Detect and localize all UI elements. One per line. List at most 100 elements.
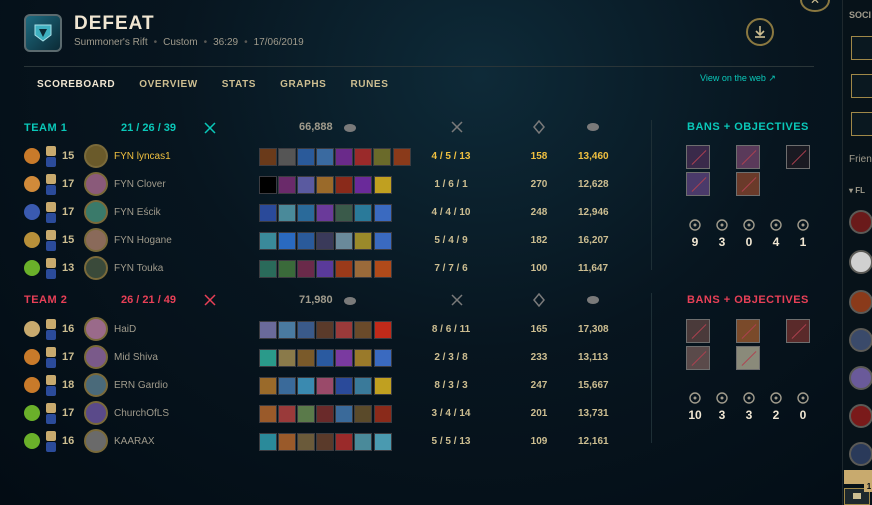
- item-icon[interactable]: [335, 377, 353, 395]
- champion-portrait[interactable]: [84, 429, 108, 453]
- friend-avatar[interactable]: [849, 366, 872, 390]
- trinket-item-icon[interactable]: [374, 204, 392, 222]
- trinket-item-icon[interactable]: [393, 148, 411, 166]
- item-icon[interactable]: [354, 321, 372, 339]
- champion-portrait[interactable]: [84, 172, 108, 196]
- item-icon[interactable]: [297, 204, 315, 222]
- item-icon[interactable]: [316, 204, 334, 222]
- scoreboard-row[interactable]: 13 FYN Touka 7 / 7 / 6 100 11,647: [24, 256, 624, 282]
- scoreboard-row[interactable]: 15 FYN Hogane 5 / 4 / 9 182 16,207: [24, 228, 624, 254]
- download-replay-button[interactable]: [746, 18, 774, 46]
- friend-avatar[interactable]: [849, 250, 872, 274]
- friend-group-label[interactable]: ▾ FL: [849, 186, 865, 195]
- friend-avatar[interactable]: [849, 328, 872, 352]
- item-icon[interactable]: [335, 148, 353, 166]
- scoreboard-row[interactable]: 17 ChurchOfLS 3 / 4 / 14 201 13,731: [24, 401, 624, 427]
- trinket-item-icon[interactable]: [374, 349, 392, 367]
- player-name[interactable]: FYN Hogane: [114, 235, 172, 246]
- trinket-item-icon[interactable]: [374, 377, 392, 395]
- trinket-item-icon[interactable]: [374, 176, 392, 194]
- tab-stats[interactable]: STATS: [222, 79, 256, 90]
- item-icon[interactable]: [297, 377, 315, 395]
- item-icon[interactable]: [335, 232, 353, 250]
- scoreboard-row[interactable]: 17 FYN Eścik 4 / 4 / 10 248 12,946: [24, 200, 624, 226]
- item-icon[interactable]: [297, 260, 315, 278]
- item-icon[interactable]: [354, 232, 372, 250]
- item-icon[interactable]: [316, 377, 334, 395]
- item-icon[interactable]: [259, 377, 277, 395]
- player-name[interactable]: ERN Gardio: [114, 380, 168, 391]
- scoreboard-row[interactable]: 15 FYN lyncas1 4 / 5 / 13 158 13,460: [24, 144, 624, 170]
- item-icon[interactable]: [259, 349, 277, 367]
- item-icon[interactable]: [259, 176, 277, 194]
- item-icon[interactable]: [278, 349, 296, 367]
- item-icon[interactable]: [354, 433, 372, 451]
- item-icon[interactable]: [297, 433, 315, 451]
- item-icon[interactable]: [278, 176, 296, 194]
- player-name[interactable]: ChurchOfLS: [114, 408, 169, 419]
- champion-portrait[interactable]: [84, 317, 108, 341]
- item-icon[interactable]: [335, 349, 353, 367]
- item-icon[interactable]: [335, 260, 353, 278]
- champion-portrait[interactable]: [84, 256, 108, 280]
- champion-portrait[interactable]: [84, 228, 108, 252]
- item-icon[interactable]: [297, 349, 315, 367]
- tab-graphs[interactable]: GRAPHS: [280, 79, 326, 90]
- friend-avatar[interactable]: [849, 442, 872, 466]
- scoreboard-row[interactable]: 16 KAARAX 5 / 5 / 13 109 12,161: [24, 429, 624, 455]
- player-name[interactable]: KAARAX: [114, 436, 155, 447]
- item-icon[interactable]: [373, 148, 391, 166]
- player-name[interactable]: FYN lyncas1: [114, 151, 171, 162]
- player-name[interactable]: HaiD: [114, 324, 136, 335]
- item-icon[interactable]: [278, 204, 296, 222]
- item-icon[interactable]: [316, 148, 334, 166]
- item-icon[interactable]: [278, 260, 296, 278]
- champion-portrait[interactable]: [84, 200, 108, 224]
- item-icon[interactable]: [316, 405, 334, 423]
- player-name[interactable]: FYN Touka: [114, 263, 163, 274]
- item-icon[interactable]: [316, 321, 334, 339]
- view-on-web-link[interactable]: View on the web ↗: [700, 73, 776, 84]
- friend-avatar[interactable]: [849, 404, 872, 428]
- tab-overview[interactable]: OVERVIEW: [139, 79, 198, 90]
- trinket-item-icon[interactable]: [374, 232, 392, 250]
- player-name[interactable]: Mid Shiva: [114, 352, 158, 363]
- item-icon[interactable]: [335, 321, 353, 339]
- item-icon[interactable]: [354, 405, 372, 423]
- player-name[interactable]: FYN Clover: [114, 179, 166, 190]
- scoreboard-row[interactable]: 17 Mid Shiva 2 / 3 / 8 233 13,113: [24, 345, 624, 371]
- item-icon[interactable]: [259, 204, 277, 222]
- item-icon[interactable]: [278, 433, 296, 451]
- item-icon[interactable]: [354, 176, 372, 194]
- item-icon[interactable]: [354, 260, 372, 278]
- item-icon[interactable]: [278, 148, 296, 166]
- item-icon[interactable]: [297, 232, 315, 250]
- item-icon[interactable]: [335, 405, 353, 423]
- item-icon[interactable]: [259, 433, 277, 451]
- item-icon[interactable]: [297, 321, 315, 339]
- item-icon[interactable]: [297, 405, 315, 423]
- item-icon[interactable]: [316, 260, 334, 278]
- trinket-item-icon[interactable]: [374, 260, 392, 278]
- friend-avatar[interactable]: [849, 290, 872, 314]
- item-icon[interactable]: [278, 405, 296, 423]
- item-icon[interactable]: [335, 176, 353, 194]
- tab-runes[interactable]: RUNES: [350, 79, 388, 90]
- profile-banner-icon[interactable]: [851, 36, 872, 60]
- item-icon[interactable]: [316, 349, 334, 367]
- scoreboard-row[interactable]: 16 HaiD 8 / 6 / 11 165 17,308: [24, 317, 624, 343]
- trinket-item-icon[interactable]: [374, 405, 392, 423]
- scoreboard-row[interactable]: 17 FYN Clover 1 / 6 / 1 270 12,628: [24, 172, 624, 198]
- item-icon[interactable]: [354, 349, 372, 367]
- item-icon[interactable]: [297, 176, 315, 194]
- champion-portrait[interactable]: [84, 144, 108, 168]
- item-icon[interactable]: [316, 232, 334, 250]
- item-icon[interactable]: [335, 204, 353, 222]
- trinket-item-icon[interactable]: [374, 433, 392, 451]
- champion-portrait[interactable]: [84, 401, 108, 425]
- item-icon[interactable]: [259, 405, 277, 423]
- item-icon[interactable]: [259, 232, 277, 250]
- tab-scoreboard[interactable]: SCOREBOARD: [37, 79, 115, 90]
- close-button[interactable]: ✕: [800, 0, 830, 12]
- item-icon[interactable]: [354, 377, 372, 395]
